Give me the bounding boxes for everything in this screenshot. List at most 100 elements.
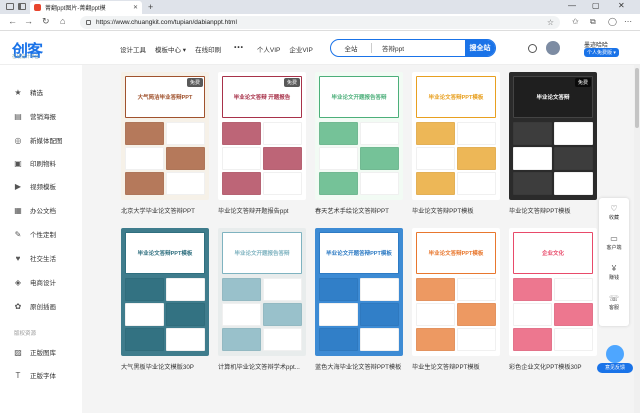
template-title[interactable]: 北京大学毕业论文答辩PPT	[121, 206, 213, 215]
sidebar-item[interactable]: ▣ 印刷物料	[0, 156, 82, 170]
close-window-icon[interactable]: ✕	[618, 1, 625, 10]
forward-button[interactable]: →	[24, 16, 33, 26]
template-card[interactable]: 毕业论文开题答辩PPT模板 蓝色大海毕业论文答辩PPT模板	[315, 228, 403, 380]
collections-icon[interactable]: ⧉	[590, 17, 596, 27]
template-title[interactable]: 毕业论文答辩PPT模板	[509, 206, 601, 215]
sidebar-item[interactable]: ◈ 电商设计	[0, 275, 82, 289]
search-input[interactable]: 答辩ppt	[372, 43, 465, 53]
template-card[interactable]: 毕业论文答辩PPT模板 毕业生论文答辩PPT模板	[412, 228, 500, 380]
template-card[interactable]: 企业文化 彩色企业文化PPT模板30P	[509, 228, 597, 380]
tab-actions-icon[interactable]	[18, 3, 26, 10]
template-thumbnail[interactable]: 毕业论文开题报告答辩	[218, 228, 306, 356]
sidebar-item[interactable]: ▶ 视频模板	[0, 179, 82, 193]
sidebar-item-label: 社交生活	[30, 256, 56, 263]
back-button[interactable]: ←	[8, 16, 17, 26]
minimize-icon[interactable]: —	[568, 1, 576, 10]
template-title[interactable]: 计算机毕业论文答辩学术ppt...	[218, 362, 310, 371]
right-bar-item[interactable]: ☏ 客服	[599, 294, 629, 311]
sidebar-item[interactable]: ✿ 原创插画	[0, 299, 82, 313]
thumb-preview-slide	[360, 122, 399, 145]
nav-online-print[interactable]: 在线印刷	[195, 44, 221, 54]
avatar[interactable]	[546, 41, 560, 55]
sidebar-item-label: 个性定制	[30, 232, 56, 239]
nav-template-center[interactable]: 模板中心 ▾	[155, 44, 186, 54]
url-input[interactable]: https://www.chuangkit.com/tupian/dabianp…	[80, 16, 560, 29]
user-plan-badge[interactable]: 个人免费版 ▾	[584, 48, 619, 57]
template-thumbnail[interactable]: 毕业论文答辩 开题报告 免费	[218, 72, 306, 200]
right-bar-icon: ☏	[608, 294, 619, 303]
sidebar-extra-item[interactable]: T 正版字体	[0, 368, 82, 382]
sidebar-item-icon: ✿	[14, 301, 22, 311]
tab-close-icon[interactable]: ✕	[133, 4, 138, 11]
thumb-preview-slide	[263, 278, 302, 301]
nav-enterprise-vip[interactable]: 企业VIP	[289, 44, 312, 54]
settings-more-icon[interactable]: ⋯	[624, 17, 632, 26]
template-thumbnail[interactable]: 毕业论文答辩PPT模板	[121, 228, 209, 356]
sidebar-item-icon: ▶	[14, 181, 22, 191]
template-thumbnail[interactable]: 毕业论文答辩PPT模板	[412, 228, 500, 356]
sidebar-item[interactable]: ◎ 新媒体配图	[0, 133, 82, 147]
sidebar-item[interactable]: ✎ 个性定制	[0, 227, 82, 241]
sidebar-extra-icon: ▨	[14, 347, 22, 357]
template-title[interactable]: 彩色企业文化PPT模板30P	[509, 362, 601, 371]
thumb-preview-slide	[360, 278, 399, 301]
template-title[interactable]: 毕业论文答辩开题报告ppt	[218, 206, 310, 215]
template-title[interactable]: 蓝色大海毕业论文答辩PPT模板	[315, 362, 407, 371]
template-card[interactable]: 毕业论文答辩 开题报告 免费 毕业论文答辩开题报告ppt	[218, 72, 306, 224]
template-title[interactable]: 毕业论文答辩PPT模板	[412, 206, 504, 215]
template-thumbnail[interactable]: 大气简洁毕业答辩PPT 免费	[121, 72, 209, 200]
template-title[interactable]: 春天艺术手绘论文答辩PPT	[315, 206, 407, 215]
thumb-preview-slide	[166, 122, 205, 145]
template-title[interactable]: 大气黑板毕业论文模版30P	[121, 362, 213, 371]
template-card[interactable]: 毕业论文答辩PPT模板 毕业论文答辩PPT模板	[412, 72, 500, 224]
profile-icon[interactable]: ◯	[608, 17, 617, 26]
template-thumbnail[interactable]: 毕业论文开题答辩PPT模板	[315, 228, 403, 356]
sidebar-item[interactable]: ▦ 办公文档	[0, 203, 82, 217]
sidebar-extra-item[interactable]: ▨ 正版图库	[0, 345, 82, 359]
right-bar-item[interactable]: ▭ 客户端	[599, 234, 629, 251]
template-title[interactable]: 毕业生论文答辩PPT模板	[412, 362, 504, 371]
sidebar-extra-label: 正版图库	[30, 350, 56, 357]
thumb-preview-slide	[457, 122, 496, 145]
window-menu-icon[interactable]	[6, 3, 14, 10]
right-bar-label: 客服	[608, 305, 619, 311]
search-button[interactable]: 搜全站	[465, 40, 495, 56]
thumb-preview-slide	[513, 172, 552, 195]
sidebar-item[interactable]: ★ 精选	[0, 85, 82, 99]
browser-tab[interactable]: 菁翻ppt图片-菁翻ppt模 ✕	[30, 1, 142, 14]
template-card[interactable]: 毕业论文开题报告答辩 计算机毕业论文答辩学术ppt...	[218, 228, 306, 380]
nav-design-tools[interactable]: 设计工具	[120, 44, 146, 54]
site-logo[interactable]: 创客 在线设计平台	[12, 37, 62, 61]
right-bar-item[interactable]: ¥ 赚钱	[599, 264, 629, 281]
favorites-icon[interactable]: ✩	[572, 17, 579, 26]
search-scope-dropdown[interactable]: 全站	[331, 43, 371, 53]
template-card[interactable]: 毕业论文开题报告答辩 春天艺术手绘论文答辩PPT	[315, 72, 403, 224]
nav-personal-vip[interactable]: 个人VIP	[257, 44, 280, 54]
maximize-icon[interactable]: ▢	[592, 1, 600, 10]
thumb-cover-text: 毕业论文开题报告答辩	[331, 95, 387, 101]
template-thumbnail[interactable]: 毕业论文开题报告答辩	[315, 72, 403, 200]
nav-more[interactable]: •••	[234, 44, 244, 54]
bookmark-star-icon[interactable]: ☆	[547, 18, 554, 27]
sidebar-item[interactable]: ♥ 社交生活	[0, 251, 82, 265]
message-icon[interactable]	[528, 44, 537, 53]
sidebar-item[interactable]: ▤ 营销海报	[0, 109, 82, 123]
thumb-preview-slide	[360, 147, 399, 170]
scrollbar-thumb[interactable]	[635, 68, 639, 128]
template-card[interactable]: 大气简洁毕业答辩PPT 免费 北京大学毕业论文答辩PPT	[121, 72, 209, 224]
thumb-preview-slide	[222, 122, 261, 145]
template-card[interactable]: 毕业论文答辩 免费 毕业论文答辩PPT模板	[509, 72, 597, 224]
right-bar-item[interactable]: ♡ 收藏	[599, 204, 629, 221]
template-card[interactable]: 毕业论文答辩PPT模板 大气黑板毕业论文模版30P	[121, 228, 209, 380]
sidebar-item-icon: ♥	[15, 253, 21, 263]
feedback-button[interactable]: 意见反馈	[597, 345, 633, 375]
template-thumbnail[interactable]: 企业文化	[509, 228, 597, 356]
thumb-preview-slide	[554, 303, 593, 326]
template-thumbnail[interactable]: 毕业论文答辩 免费	[509, 72, 597, 200]
home-button[interactable]: ⌂	[60, 16, 65, 26]
template-thumbnail[interactable]: 毕业论文答辩PPT模板	[412, 72, 500, 200]
right-bar-icon: ¥	[611, 264, 617, 273]
new-tab-button[interactable]: +	[148, 2, 153, 12]
reload-button[interactable]: ↻	[42, 16, 50, 27]
thumb-preview-slide	[513, 328, 552, 351]
